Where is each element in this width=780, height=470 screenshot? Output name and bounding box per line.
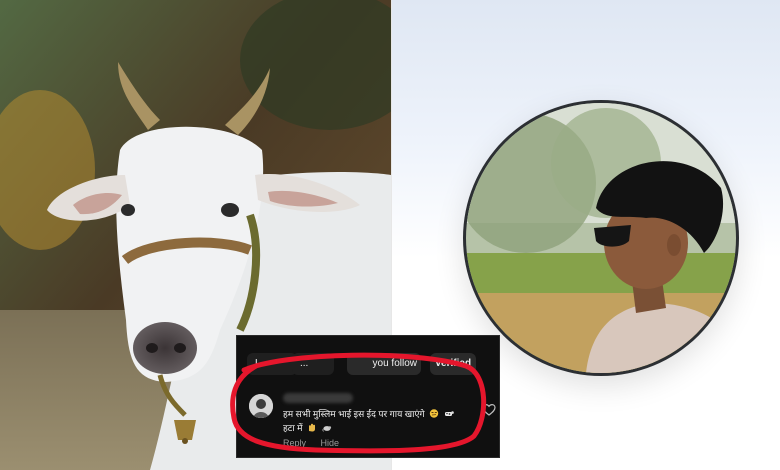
filter-chip-verified[interactable]: Verified bbox=[430, 353, 476, 375]
commenter-avatar[interactable] bbox=[249, 394, 273, 418]
profile-picture bbox=[466, 103, 736, 373]
comment-line-1: हम सभी मुस्लिम भाई इस ईद पर गाय खाएंगे bbox=[283, 409, 425, 419]
comment-screenshot: L ... you follow Verified हम सभी मुस्लिम… bbox=[236, 335, 500, 458]
rat-emoji-icon bbox=[322, 426, 331, 432]
comment-body: हम सभी मुस्लिम भाई इस ईद पर गाय खाएंगे ह… bbox=[283, 407, 479, 435]
comment-actions: Reply Hide bbox=[283, 438, 351, 448]
heart-outline-icon[interactable] bbox=[482, 403, 496, 417]
cow-emoji-icon bbox=[444, 411, 454, 416]
hand-emoji-icon bbox=[309, 423, 316, 432]
filter-chip[interactable]: L bbox=[247, 353, 297, 375]
comment-line-2: हटा में bbox=[283, 423, 303, 433]
filter-chip-you-follow[interactable]: you follow bbox=[347, 353, 421, 375]
profile-picture-frame bbox=[463, 100, 739, 376]
reply-button[interactable]: Reply bbox=[283, 438, 306, 448]
commenter-username-blurred bbox=[283, 393, 353, 403]
thumbnail-canvas: L ... you follow Verified हम सभी मुस्लिम… bbox=[0, 0, 780, 470]
filter-chip[interactable]: ... bbox=[292, 353, 334, 375]
hide-button[interactable]: Hide bbox=[321, 438, 340, 448]
smirk-emoji-icon bbox=[429, 409, 439, 418]
